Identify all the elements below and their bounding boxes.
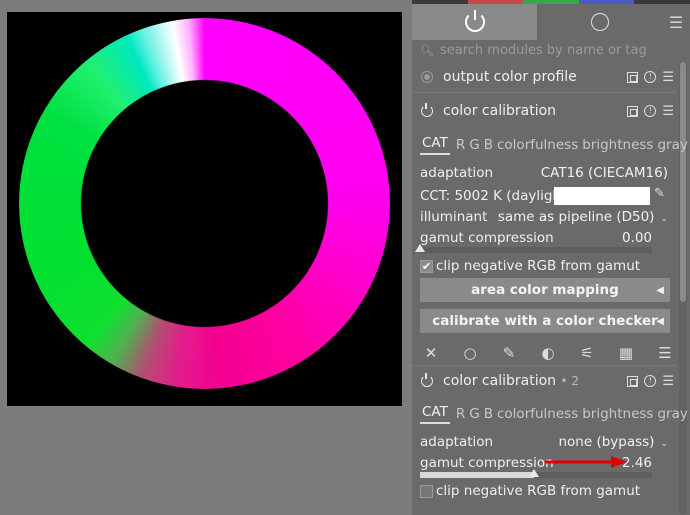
divider (412, 365, 676, 366)
checkbox-box[interactable]: ✔ (420, 259, 433, 273)
adaptation-dropdown-2[interactable]: adaptation none (bypass) ⌄ (420, 432, 668, 452)
clip-negative-checkbox[interactable]: ✔ clip negative RGB from gamut (420, 257, 660, 275)
module-header-icons: ! ☰ (627, 97, 674, 125)
module-group-tabs: ☰ (412, 4, 690, 40)
tab-g[interactable]: G (467, 406, 481, 424)
presets-icon[interactable]: ☰ (662, 105, 674, 118)
tab-b[interactable]: B (482, 406, 495, 424)
mask-icon[interactable]: ▦ (615, 344, 637, 362)
calibration-tabs-2: CAT R G B colorfulness brightness gray (420, 402, 688, 424)
module-title: color calibration (443, 103, 557, 119)
illuminant-dropdown[interactable]: illuminant same as pipeline (D50) ⌄ (420, 207, 668, 227)
tab-colorfulness[interactable]: colorfulness (495, 137, 580, 155)
tab-all-modules[interactable] (537, 4, 662, 40)
illuminant-label: illuminant (420, 209, 488, 225)
tab-colorfulness[interactable]: colorfulness (495, 406, 580, 424)
tab-brightness[interactable]: brightness (580, 406, 655, 424)
image-canvas[interactable] (7, 12, 402, 406)
power-icon[interactable] (421, 103, 433, 117)
clip-label: clip negative RGB from gamut (436, 258, 641, 274)
right-panel: ☰ 🔍︎ search modules by name or tag outpu… (412, 0, 690, 515)
tab-brightness[interactable]: brightness (580, 137, 655, 155)
power-icon (464, 10, 485, 32)
chevron-down-icon: ⌄ (660, 214, 668, 224)
checkbox-box[interactable] (420, 484, 433, 498)
tab-r[interactable]: R (454, 137, 467, 155)
close-icon[interactable]: ✕ (420, 344, 442, 362)
presets-icon[interactable]: ☰ (662, 375, 674, 388)
presets-icon[interactable]: ☰ (662, 71, 674, 84)
color-picker-icon[interactable]: ✎ (654, 186, 665, 201)
gamut-slider-handle[interactable] (415, 244, 425, 252)
cct-readout: CCT: 5002 K (daylight) (420, 186, 572, 206)
calibrate-color-checker-button[interactable]: calibrate with a color checker ◀ (420, 309, 670, 333)
button-label: calibrate with a color checker (432, 313, 658, 329)
module-header-output-color-profile[interactable]: output color profile ! ☰ (412, 63, 676, 91)
multi-instance-icon[interactable] (627, 375, 639, 387)
divider (412, 92, 676, 93)
module-header-icons: ! ☰ (627, 63, 674, 91)
tab-g[interactable]: G (467, 137, 481, 155)
search-icon: 🔍︎ (420, 43, 434, 57)
module-disabled-icon[interactable] (421, 71, 433, 83)
adaptation-dropdown[interactable]: adaptation CAT16 (CIECAM16) (420, 163, 668, 183)
tab-gray[interactable]: gray (655, 406, 689, 424)
reset-icon[interactable]: ! (644, 71, 657, 83)
collapse-arrow-icon: ◀ (656, 284, 664, 296)
gamut-slider-handle-2[interactable] (529, 469, 539, 477)
circle-icon (590, 13, 609, 31)
annotation-arrow (545, 456, 627, 468)
collapse-arrow-icon: ◀ (656, 315, 664, 327)
illuminant-color-swatch (554, 187, 650, 205)
module-header-color-calibration-2[interactable]: color calibration • 2 ! ☰ (412, 367, 676, 395)
circle-icon[interactable]: ○ (459, 344, 481, 362)
tab-gray[interactable]: gray (655, 137, 689, 155)
multi-instance-icon[interactable] (627, 105, 639, 117)
calibration-tabs: CAT R G B colorfulness brightness gray (420, 133, 688, 155)
mask-toolbar: ✕ ○ ✎ ◐ ⚟ ▦ ☰ (420, 342, 676, 364)
module-title: output color profile (443, 69, 577, 85)
gamut-slider-fill (420, 472, 534, 478)
tab-r[interactable]: R (454, 406, 467, 424)
clip-negative-checkbox-2[interactable]: clip negative RGB from gamut (420, 482, 660, 500)
button-label: area color mapping (471, 282, 619, 298)
gradient-icon[interactable]: ◐ (537, 344, 559, 362)
color-wheel-ring (19, 18, 390, 389)
multi-instance-icon[interactable] (627, 71, 639, 83)
illuminant-value: same as pipeline (D50) (497, 209, 655, 225)
gamut-slider-track[interactable] (420, 247, 652, 253)
tab-active-modules[interactable] (412, 4, 537, 40)
pencil-icon[interactable]: ✎ (498, 344, 520, 362)
tabs-menu-button[interactable]: ☰ (662, 4, 690, 40)
reset-icon[interactable]: ! (644, 375, 657, 387)
reset-icon[interactable]: ! (644, 105, 657, 117)
search-placeholder: search modules by name or tag (439, 42, 647, 58)
scrollbar-thumb[interactable] (680, 62, 686, 302)
module-search[interactable]: 🔍︎ search modules by name or tag (420, 40, 675, 60)
area-color-mapping-button[interactable]: area color mapping ◀ (420, 278, 670, 302)
hamburger-icon: ☰ (668, 12, 684, 32)
adaptation-value: none (bypass) (558, 434, 655, 450)
brush-icon[interactable]: ⚟ (576, 344, 598, 362)
panel-scrollbar[interactable] (679, 62, 687, 514)
chevron-down-icon: ⌄ (660, 439, 668, 449)
clip-label: clip negative RGB from gamut (436, 483, 641, 499)
power-icon[interactable] (421, 373, 433, 387)
module-header-icons: ! ☰ (627, 367, 674, 395)
adaptation-value: CAT16 (CIECAM16) (540, 165, 668, 181)
tab-b[interactable]: B (482, 137, 495, 155)
instance-number: • 2 (560, 374, 580, 388)
gamut-value: 0.00 (621, 230, 652, 246)
tab-cat[interactable]: CAT (420, 404, 450, 424)
adaptation-label: adaptation (420, 434, 494, 450)
gamut-compression-slider[interactable]: gamut compression 0.00 (420, 228, 652, 248)
adaptation-label: adaptation (420, 165, 494, 181)
module-header-color-calibration[interactable]: color calibration ! ☰ (412, 97, 676, 125)
module-title: color calibration (443, 373, 557, 389)
cct-text: CCT: 5002 K (daylight) (420, 188, 572, 204)
menu-icon[interactable]: ☰ (654, 344, 676, 362)
gamut-label: gamut compression (420, 230, 554, 246)
tab-cat[interactable]: CAT (420, 135, 450, 155)
